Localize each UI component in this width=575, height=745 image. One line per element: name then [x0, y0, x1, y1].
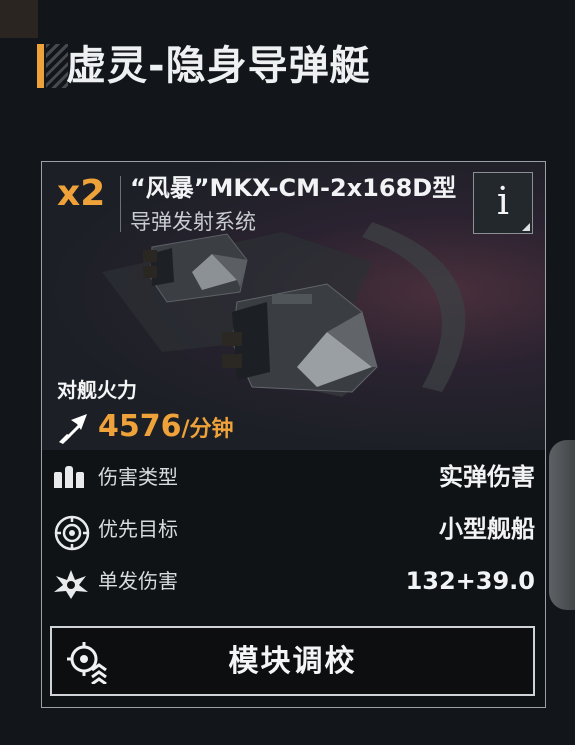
stat-row-priority-target: 优先目标 小型舰船 [42, 510, 545, 551]
module-count: x2 [57, 173, 106, 214]
firepower-label: 对舰火力 [57, 378, 137, 402]
explosion-icon [54, 570, 88, 599]
title-stripes [46, 44, 68, 88]
title-accent-bar [37, 44, 44, 88]
firepower-arrow-icon [59, 414, 87, 444]
module-type: 导弹发射系统 [130, 210, 256, 234]
adjacent-card-edge[interactable] [549, 440, 575, 610]
calibrate-label: 模块调校 [228, 644, 357, 679]
stat-label: 单发伤害 [98, 569, 178, 593]
stat-value: 小型舰船 [439, 515, 535, 543]
stat-value: 实弹伤害 [439, 463, 535, 491]
crosshair-icon [54, 515, 90, 551]
stat-value: 132+39.0 [405, 567, 535, 595]
firepower-unit: /分钟 [181, 417, 234, 442]
module-calibrate-button[interactable]: 模块调校 [50, 626, 535, 696]
stat-label: 伤害类型 [98, 465, 178, 489]
stat-row-damage-type: 伤害类型 实弹伤害 [42, 458, 545, 498]
info-button[interactable]: i [473, 172, 533, 234]
info-icon: i [496, 179, 510, 223]
page-title: 虚灵-隐身导弹艇 [66, 43, 371, 89]
stat-label: 优先目标 [98, 517, 178, 541]
firepower-number: 4576 [98, 409, 182, 444]
stat-row-single-damage: 单发伤害 132+39.0 [42, 562, 545, 602]
corner-block [0, 0, 38, 38]
corner-notch [522, 223, 530, 231]
module-hero: x2 “风暴”MKX-CM-2x168D型 导弹发射系统 i 对舰火力 4576… [42, 162, 545, 450]
module-card: x2 “风暴”MKX-CM-2x168D型 导弹发射系统 i 对舰火力 4576… [41, 161, 546, 708]
firepower-value: 4576/分钟 [98, 407, 234, 450]
header-divider [120, 176, 121, 232]
ammo-icon [54, 466, 84, 492]
module-name: “风暴”MKX-CM-2x168D型 [130, 174, 457, 202]
